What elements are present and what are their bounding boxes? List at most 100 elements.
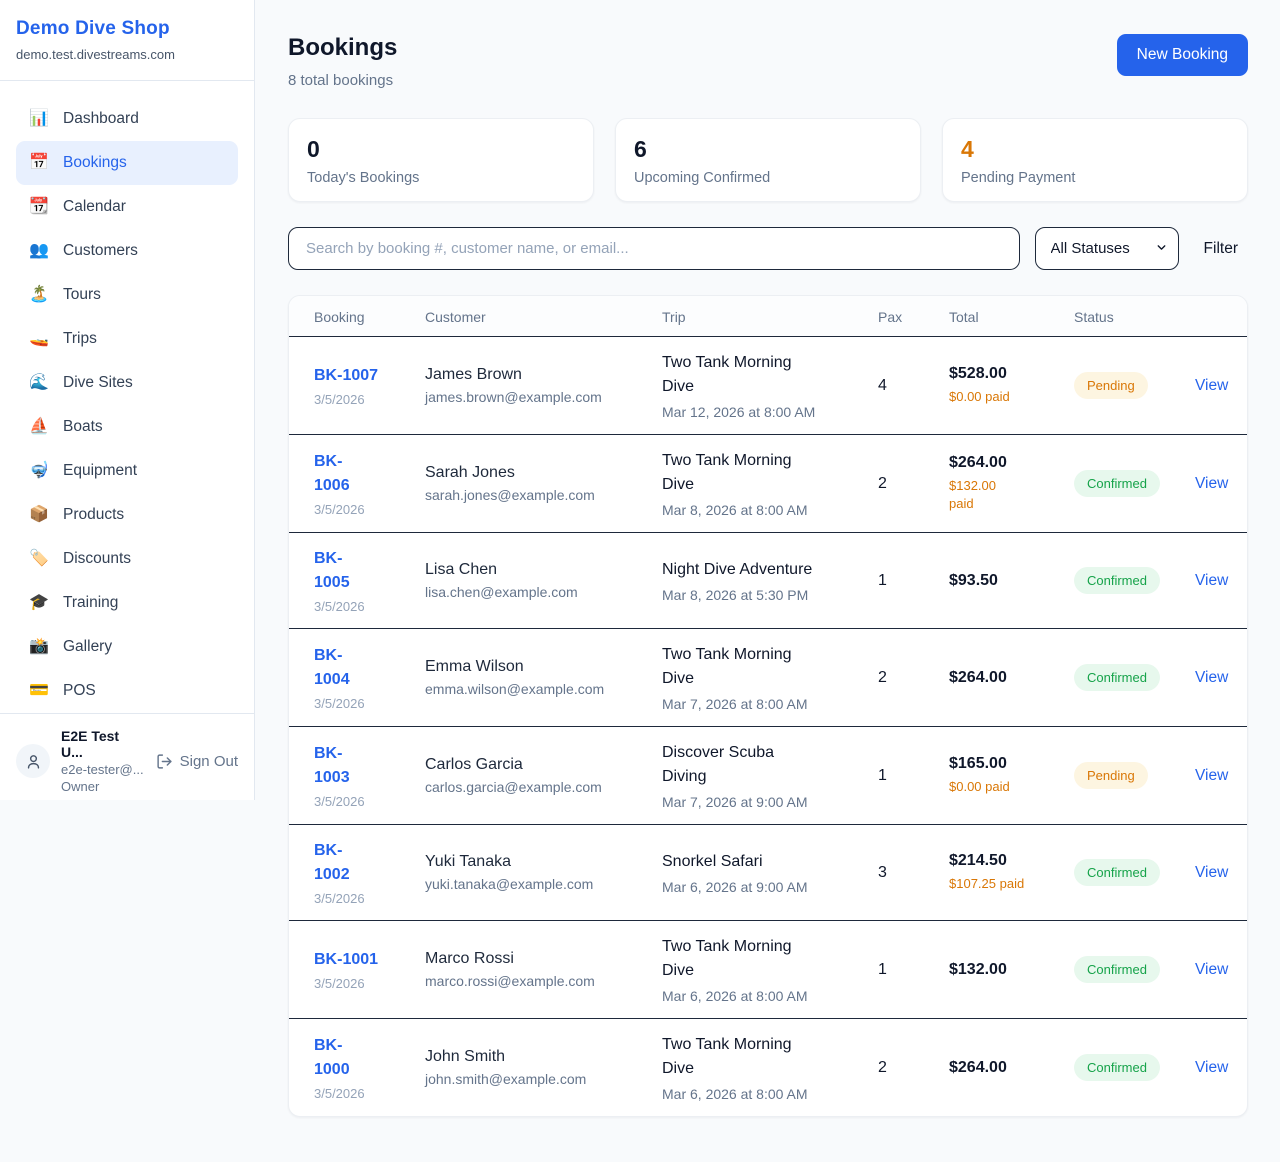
view-link[interactable]: View [1195, 475, 1228, 492]
booking-id-link[interactable]: BK- 1004 [314, 644, 409, 692]
graduation-cap-icon: 🎓 [28, 595, 50, 611]
trip-name: Two Tank Morning Dive [662, 643, 862, 691]
new-booking-button[interactable]: New Booking [1117, 34, 1248, 76]
customer-name: Yuki Tanaka [425, 853, 646, 871]
status-cell: Pending [1074, 727, 1195, 825]
stat-label: Today's Bookings [307, 170, 575, 186]
booking-date: 3/5/2026 [314, 696, 409, 711]
customer-cell: Carlos Garcia carlos.garcia@example.com [425, 727, 662, 825]
sidebar-item-label: Training [63, 594, 118, 612]
status-badge: Confirmed [1074, 956, 1160, 983]
status-cell: Pending [1074, 337, 1195, 435]
booking-id-link[interactable]: BK- 1002 [314, 839, 409, 887]
sidebar-item-dive-sites[interactable]: 🌊Dive Sites [16, 361, 238, 405]
view-link[interactable]: View [1195, 669, 1228, 686]
booking-cell: BK- 1006 3/5/2026 [289, 435, 425, 533]
view-link[interactable]: View [1195, 864, 1228, 881]
sidebar-item-trips[interactable]: 🚤Trips [16, 317, 238, 361]
table-row: BK- 1005 3/5/2026 Lisa Chen lisa.chen@ex… [289, 533, 1247, 629]
people-icon: 👥 [28, 243, 50, 259]
sidebar-item-equipment[interactable]: 🤿Equipment [16, 449, 238, 493]
booking-id-link[interactable]: BK- 1005 [314, 547, 409, 595]
view-link[interactable]: View [1195, 767, 1228, 784]
status-cell: Confirmed [1074, 1019, 1195, 1117]
trip-date: Mar 7, 2026 at 9:00 AM [662, 794, 862, 810]
customer-cell: John Smith john.smith@example.com [425, 1019, 662, 1117]
sign-out-button[interactable]: Sign Out [156, 753, 238, 770]
sidebar-item-label: Discounts [63, 550, 131, 568]
trip-name: Two Tank Morning Dive [662, 449, 862, 497]
view-link[interactable]: View [1195, 1059, 1228, 1076]
stats-row: 0Today's Bookings6Upcoming Confirmed4Pen… [288, 118, 1248, 202]
action-cell: View [1195, 921, 1247, 1019]
column-header-actions [1195, 296, 1247, 337]
total-amount: $264.00 [949, 454, 1058, 472]
sidebar-item-label: Boats [63, 418, 103, 436]
trip-cell: Snorkel Safari Mar 6, 2026 at 9:00 AM [662, 825, 878, 921]
pax-cell: 2 [878, 1019, 949, 1117]
customer-name: Carlos Garcia [425, 756, 646, 774]
stat-card-today-s-bookings: 0 Today's Bookings [288, 118, 594, 202]
booking-id-link[interactable]: BK- 1006 [314, 450, 409, 498]
sidebar-item-customers[interactable]: 👥 Customers [16, 229, 238, 273]
stat-value: 0 [307, 136, 575, 163]
status-filter: All Statuses [1035, 227, 1179, 270]
booking-id-link[interactable]: BK-1007 [314, 364, 409, 388]
sidebar-item-label: Customers [63, 242, 138, 260]
sailboat-icon: ⛵ [28, 419, 50, 435]
trip-cell: Two Tank Morning Dive Mar 12, 2026 at 8:… [662, 337, 878, 435]
customer-cell: Emma Wilson emma.wilson@example.com [425, 629, 662, 727]
pax-cell: 1 [878, 921, 949, 1019]
view-link[interactable]: View [1195, 961, 1228, 978]
tag-icon: 🏷️ [28, 551, 50, 567]
table-row: BK-1007 3/5/2026 James Brown james.brown… [289, 337, 1247, 435]
pax-cell: 4 [878, 337, 949, 435]
trip-date: Mar 6, 2026 at 8:00 AM [662, 988, 862, 1004]
customer-cell: Yuki Tanaka yuki.tanaka@example.com [425, 825, 662, 921]
status-badge: Pending [1074, 762, 1148, 789]
table-header-row: BookingCustomerTripPaxTotalStatus [289, 296, 1247, 337]
sidebar-item-products[interactable]: 📦Products [16, 493, 238, 537]
total-cell: $528.00 $0.00 paid [949, 337, 1074, 435]
total-amount: $93.50 [949, 572, 1058, 590]
table-row: BK- 1000 3/5/2026 John Smith john.smith@… [289, 1019, 1247, 1117]
filter-button[interactable]: Filter [1194, 240, 1248, 258]
sidebar-item-tours[interactable]: 🏝️Tours [16, 273, 238, 317]
table-row: BK- 1006 3/5/2026 Sarah Jones sarah.jone… [289, 435, 1247, 533]
customer-email: lisa.chen@example.com [425, 584, 646, 600]
search-input[interactable] [288, 227, 1020, 270]
trip-name: Snorkel Safari [662, 850, 862, 874]
sidebar-item-calendar[interactable]: 📆Calendar [16, 185, 238, 229]
status-select[interactable]: All Statuses [1035, 227, 1179, 270]
sidebar-item-discounts[interactable]: 🏷️ Discounts [16, 537, 238, 581]
total-cell: $132.00 [949, 921, 1074, 1019]
sidebar-item-gallery[interactable]: 📸Gallery [16, 625, 238, 669]
sidebar-item-training[interactable]: 🎓 Training [16, 581, 238, 625]
view-link[interactable]: View [1195, 377, 1228, 394]
booking-id-link[interactable]: BK- 1003 [314, 742, 409, 790]
sidebar-item-label: POS [63, 682, 96, 700]
total-amount: $528.00 [949, 365, 1058, 383]
table-row: BK- 1004 3/5/2026 Emma Wilson emma.wilso… [289, 629, 1247, 727]
avatar [16, 744, 50, 778]
sidebar-item-bookings[interactable]: 📅Bookings [16, 141, 238, 185]
bookings-table-card: BookingCustomerTripPaxTotalStatus BK-100… [288, 295, 1248, 1117]
pax-cell: 3 [878, 825, 949, 921]
sidebar-item-boats[interactable]: ⛵ Boats [16, 405, 238, 449]
view-link[interactable]: View [1195, 572, 1228, 589]
pax-cell: 2 [878, 629, 949, 727]
customer-name: John Smith [425, 1048, 646, 1066]
table-row: BK- 1003 3/5/2026 Carlos Garcia carlos.g… [289, 727, 1247, 825]
sidebar-item-dashboard[interactable]: 📊Dashboard [16, 97, 238, 141]
status-cell: Confirmed [1074, 435, 1195, 533]
page-subtitle: 8 total bookings [288, 72, 397, 89]
sidebar-item-pos[interactable]: 💳 POS [16, 669, 238, 713]
action-cell: View [1195, 1019, 1247, 1117]
credit-card-icon: 💳 [28, 683, 50, 699]
booking-date: 3/5/2026 [314, 392, 409, 407]
trip-cell: Two Tank Morning Dive Mar 8, 2026 at 8:0… [662, 435, 878, 533]
booking-id-link[interactable]: BK-1001 [314, 948, 409, 972]
booking-id-link[interactable]: BK- 1000 [314, 1034, 409, 1082]
status-badge: Pending [1074, 372, 1148, 399]
customer-cell: James Brown james.brown@example.com [425, 337, 662, 435]
